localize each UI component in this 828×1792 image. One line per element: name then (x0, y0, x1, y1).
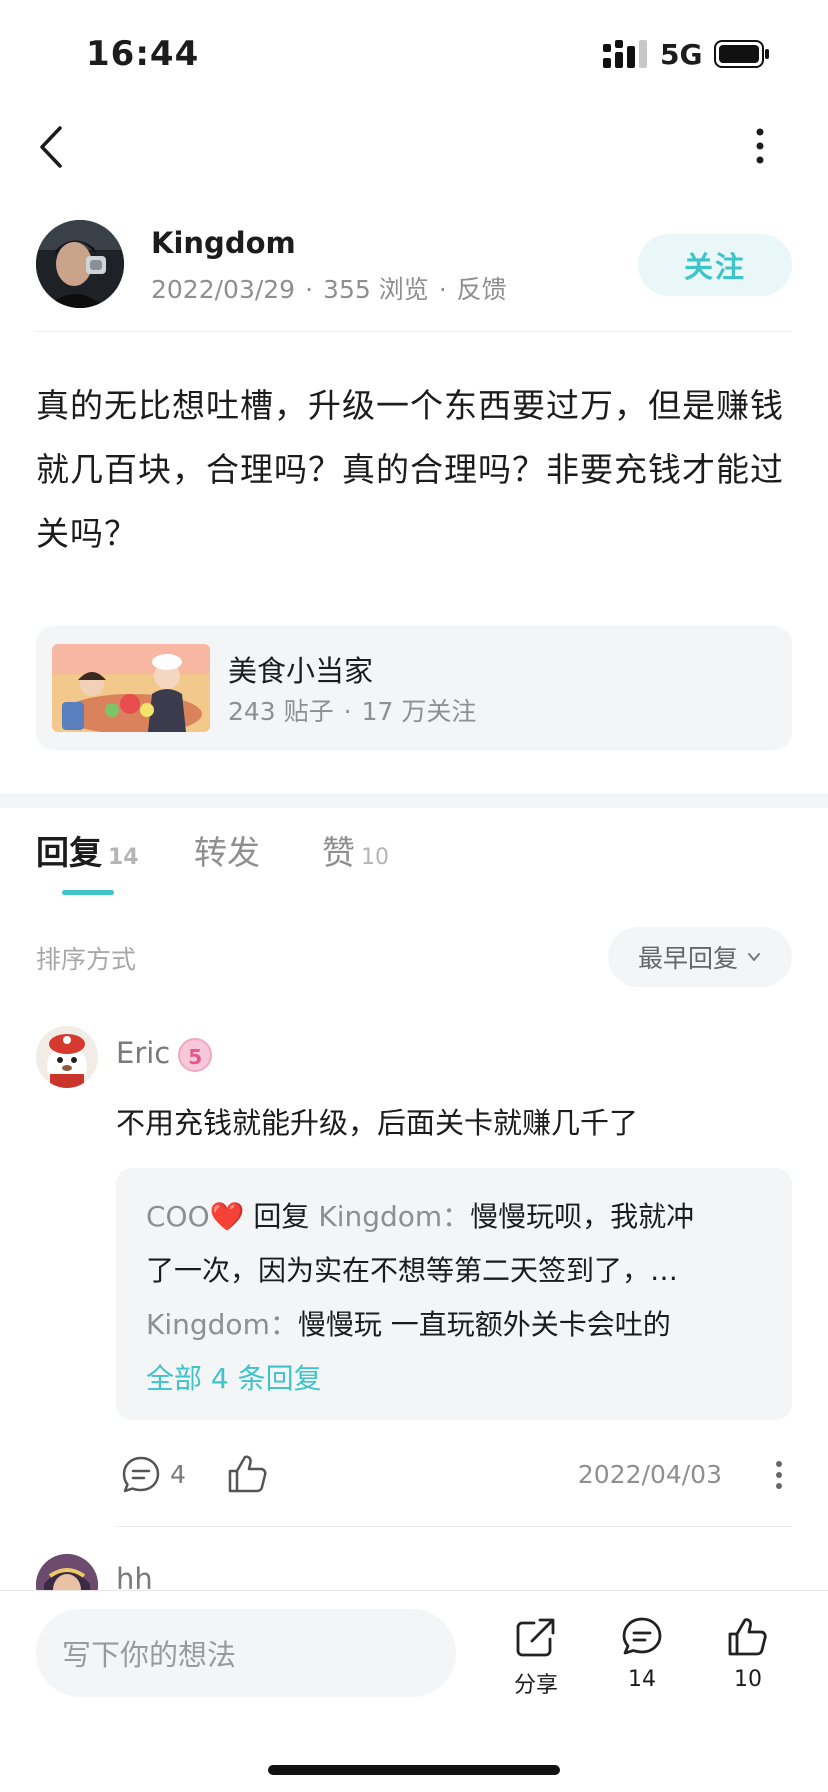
tab-count: 10 (361, 845, 389, 870)
author-row: Kingdom 2022/03/29 · 355 浏览 · 反馈 关注 (36, 220, 792, 332)
reply-verb: 回复 (244, 1200, 319, 1233)
game-card[interactable]: 美食小当家 243 贴子 · 17 万关注 (36, 626, 792, 750)
network-label: 5G (660, 38, 703, 71)
comments-button[interactable]: 14 (602, 1615, 682, 1705)
game-name: 美食小当家 (228, 654, 374, 688)
view-all-replies-link[interactable]: 全部 4 条回复 (146, 1352, 762, 1406)
commenter-avatar[interactable] (36, 1026, 98, 1088)
tab-reposts[interactable]: 转发 (194, 826, 260, 874)
tab-label: 转发 (194, 833, 260, 872)
status-bar: 16:44 5G (0, 0, 828, 100)
bottom-action-bar: 写下你的想法 分享 14 10 (0, 1590, 828, 1792)
heart-emoji: ❤️ (209, 1200, 245, 1233)
reply-author[interactable]: Kingdom： (146, 1308, 298, 1341)
game-stats: 243 贴子 · 17 万关注 (228, 692, 476, 728)
like-button[interactable]: 10 (708, 1615, 788, 1705)
reply-line: COO❤️ 回复 Kingdom：慢慢玩呗，我就冲 (146, 1190, 762, 1244)
status-time: 16:44 (86, 34, 200, 74)
commenter-name-row: Eric 5 (116, 1036, 213, 1072)
section-divider (0, 794, 828, 808)
sort-label: 排序方式 (36, 945, 137, 974)
comment-input[interactable]: 写下你的想法 (36, 1609, 456, 1697)
reply-target[interactable]: Kingdom： (318, 1200, 470, 1233)
comment-item: hh (36, 1554, 792, 1590)
reply-text: 了一次，因为实在不想等第二天签到了，… (146, 1254, 679, 1287)
battery-icon (714, 40, 769, 68)
game-follower-count: 17 万关注 (361, 697, 477, 726)
author-meta: 2022/03/29 · 355 浏览 · 反馈 (151, 270, 507, 306)
comment-date: 2022/04/03 (577, 1460, 722, 1489)
post-date: 2022/03/29 (151, 275, 296, 304)
share-button[interactable]: 分享 (496, 1615, 576, 1705)
thumbs-up-icon[interactable] (226, 1452, 270, 1496)
game-post-count: 243 贴子 (228, 697, 334, 726)
thumbs-up-icon (728, 1618, 767, 1656)
reply-line: Kingdom：慢慢玩 一直玩额外关卡会吐的 (146, 1298, 762, 1352)
back-arrow-icon[interactable] (28, 120, 76, 174)
post-body: 真的无比想吐槽，升级一个东西要过万，但是赚钱就几百块，合理吗？真的合理吗？非要充… (36, 386, 784, 553)
commenter-name[interactable]: Eric (116, 1036, 170, 1070)
tab-label: 赞 (322, 833, 355, 872)
share-icon (516, 1618, 555, 1657)
reply-text: 慢慢玩呗，我就冲 (470, 1200, 695, 1233)
tab-replies[interactable]: 回复 14 (36, 826, 139, 874)
commenter-name[interactable]: hh (116, 1562, 153, 1590)
chevron-down-icon (748, 953, 760, 961)
reply-author[interactable]: COO (146, 1200, 210, 1233)
reply-count: 4 (170, 1460, 186, 1489)
sort-selected: 最早回复 (637, 944, 738, 973)
comment-icon[interactable] (120, 1454, 162, 1496)
reply-text: 慢慢玩 一直玩额外关卡会吐的 (297, 1308, 671, 1341)
comment-divider (116, 1526, 792, 1527)
reply-line: 了一次，因为实在不想等第二天签到了，… (146, 1244, 762, 1298)
comment-text: 不用充钱就能升级，后面关卡就赚几千了 (116, 1106, 639, 1140)
view-count: 355 浏览 (323, 275, 429, 304)
meta-dot: · (305, 275, 314, 304)
home-indicator[interactable] (268, 1765, 560, 1775)
comment-count: 14 (628, 1667, 656, 1692)
like-count: 10 (734, 1667, 762, 1692)
feedback-link[interactable]: 反馈 (457, 275, 507, 304)
nav-bar (0, 110, 828, 180)
more-vertical-icon[interactable] (740, 124, 780, 168)
commenter-avatar[interactable] (36, 1554, 98, 1590)
reply-preview-box[interactable]: COO❤️ 回复 Kingdom：慢慢玩呗，我就冲 了一次，因为实在不想等第二天… (116, 1168, 792, 1420)
more-vertical-icon[interactable] (772, 1458, 786, 1492)
tab-bar: 回复 14 转发 赞 10 (36, 826, 796, 906)
game-thumbnail (52, 644, 210, 732)
tab-count: 14 (108, 845, 139, 870)
level-badge-icon: 5 (178, 1038, 213, 1072)
follow-button[interactable]: 关注 (638, 234, 792, 296)
tab-label: 回复 (36, 833, 102, 872)
author-name[interactable]: Kingdom (151, 226, 296, 260)
tab-likes[interactable]: 赞 10 (322, 826, 389, 874)
sort-dropdown[interactable]: 最早回复 (608, 927, 792, 987)
comment-icon (622, 1617, 662, 1655)
comment-actions: 4 2022/04/03 (116, 1448, 792, 1504)
signal-icon (603, 40, 647, 68)
stats-dot: · (343, 697, 352, 726)
author-avatar[interactable] (36, 220, 124, 308)
share-label: 分享 (513, 1673, 558, 1698)
active-tab-indicator (62, 890, 114, 895)
meta-dot: · (438, 275, 447, 304)
